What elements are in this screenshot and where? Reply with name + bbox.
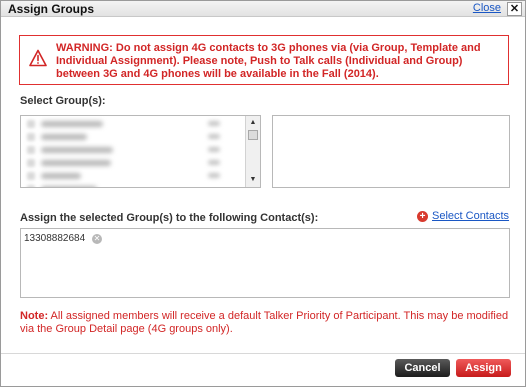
list-item-count	[208, 134, 220, 139]
list-item-count	[208, 173, 220, 178]
list-item-count	[208, 121, 220, 126]
list-item-checkbox[interactable]	[27, 185, 35, 187]
list-item-checkbox[interactable]	[27, 120, 35, 128]
groups-listbox[interactable]: ▲ ▼	[20, 115, 261, 188]
list-item-checkbox[interactable]	[27, 133, 35, 141]
note-text: Note: All assigned members will receive …	[20, 310, 510, 336]
list-item-label	[41, 160, 111, 166]
list-item-label	[41, 121, 103, 127]
list-item-label	[41, 173, 81, 179]
list-item[interactable]	[25, 183, 231, 187]
dialog-title: Assign Groups	[8, 2, 95, 16]
list-item-checkbox[interactable]	[27, 146, 35, 154]
add-circle-icon[interactable]: +	[417, 211, 428, 222]
selected-groups-box[interactable]	[272, 115, 510, 188]
close-link[interactable]: Close	[473, 2, 501, 14]
warning-triangle-icon	[29, 49, 47, 67]
list-item-checkbox[interactable]	[27, 159, 35, 167]
select-groups-label: Select Group(s):	[20, 95, 106, 107]
list-item-label	[41, 147, 113, 153]
list-item[interactable]	[25, 118, 231, 130]
dialog-titlebar: Assign Groups Close ✕	[1, 1, 525, 17]
select-contacts-link[interactable]: Select Contacts	[432, 210, 509, 222]
list-item[interactable]	[25, 144, 231, 156]
footer-divider	[1, 353, 525, 354]
list-item-count	[208, 160, 220, 165]
list-item[interactable]	[25, 131, 231, 143]
warning-text: WARNING: Do not assign 4G contacts to 3G…	[56, 42, 481, 80]
scroll-thumb[interactable]	[248, 130, 258, 140]
close-icon[interactable]: ✕	[507, 2, 522, 16]
list-item-checkbox[interactable]	[27, 172, 35, 180]
scroll-up-icon[interactable]: ▲	[246, 116, 260, 130]
list-item-label	[41, 134, 87, 140]
warning-banner: WARNING: Do not assign 4G contacts to 3G…	[19, 35, 509, 85]
assign-button[interactable]: Assign	[456, 359, 511, 377]
list-item-label	[41, 186, 97, 187]
note-body: All assigned members will receive a defa…	[20, 310, 509, 335]
contact-number: 13308882684	[24, 233, 86, 244]
list-item[interactable]	[25, 157, 231, 169]
cancel-button[interactable]: Cancel	[395, 359, 450, 377]
scroll-down-icon[interactable]: ▼	[246, 173, 260, 187]
list-item-count	[208, 147, 220, 152]
assign-groups-dialog: Assign Groups Close ✕ WARNING: Do not as…	[0, 0, 526, 387]
groups-scrollbar[interactable]: ▲ ▼	[245, 116, 260, 187]
contacts-box[interactable]: 13308882684 ✕	[20, 228, 510, 298]
list-item[interactable]	[25, 170, 231, 182]
note-label: Note:	[20, 310, 49, 322]
assign-contacts-label: Assign the selected Group(s) to the foll…	[20, 212, 319, 224]
remove-contact-icon[interactable]: ✕	[92, 234, 102, 244]
